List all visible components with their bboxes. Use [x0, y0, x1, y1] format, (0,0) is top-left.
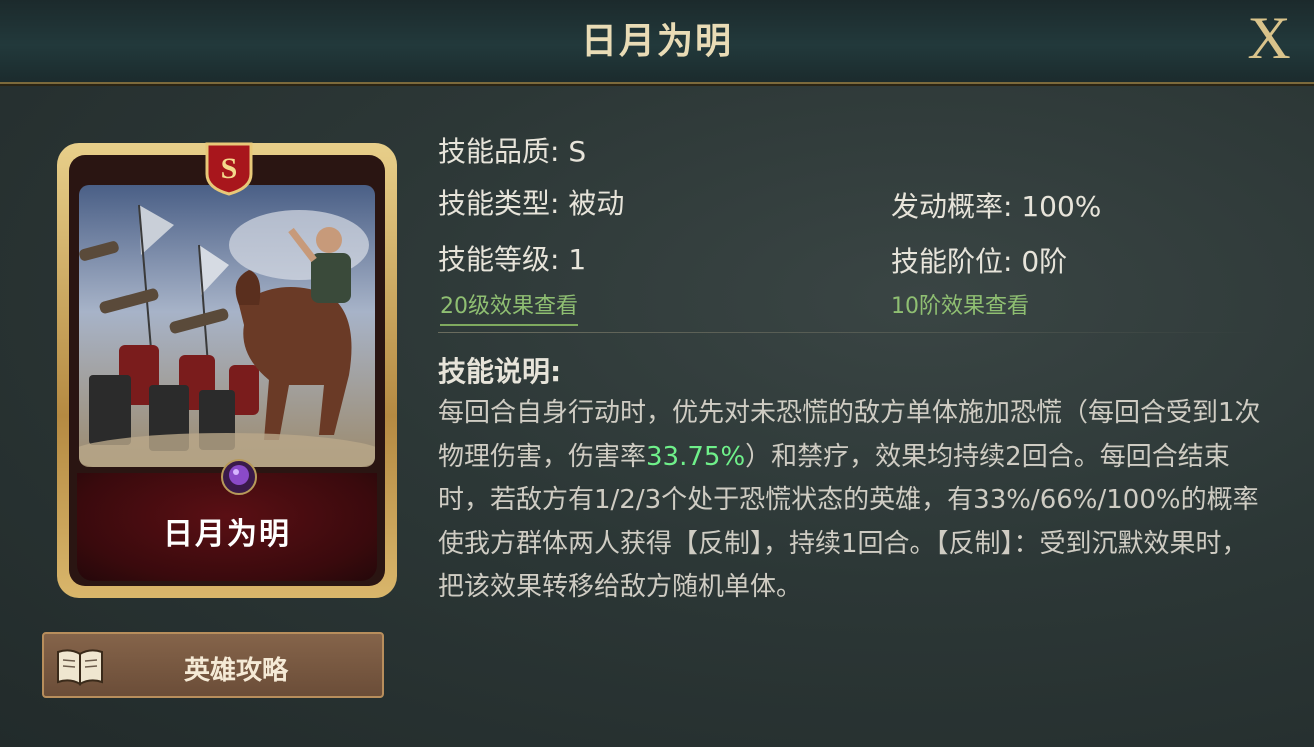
book-icon	[57, 649, 103, 686]
skill-card-inner: 日月为明	[69, 155, 385, 586]
skill-description: 每回合自身行动时，优先对未恐慌的敌方单体施加恐慌（每回合受到1次物理伤害，伤害率…	[438, 392, 1268, 610]
header-bar: 日月为明 X	[0, 0, 1314, 84]
card-skill-name: 日月为明	[163, 517, 291, 552]
hero-guide-label: 英雄攻略	[184, 656, 289, 686]
page-title: 日月为明	[580, 21, 733, 62]
skill-level: 技能等级: 1	[438, 243, 587, 276]
damage-rate-highlight: 33.75%	[646, 441, 746, 472]
skill-type: 技能类型: 被动	[438, 187, 625, 220]
trigger-rate: 发动概率: 100%	[891, 190, 1102, 223]
description-title: 技能说明:	[438, 355, 562, 388]
divider	[438, 332, 1258, 333]
skill-card: 日月为明 S	[57, 142, 397, 598]
skill-rank: 技能阶位: 0阶	[891, 245, 1068, 278]
level-20-effect-link[interactable]: 20级效果查看	[440, 288, 578, 326]
purple-gem-icon	[221, 459, 257, 495]
close-button[interactable]: X	[1240, 8, 1298, 70]
hero-guide-button[interactable]: 英雄攻略	[42, 632, 384, 698]
skill-art-illustration	[79, 185, 375, 467]
quality-badge-letter: S	[221, 152, 238, 185]
quality-s-badge-icon: S	[205, 142, 253, 196]
skill-quality: 技能品质: S	[438, 135, 587, 168]
rank-10-effect-link[interactable]: 10阶效果查看	[891, 288, 1029, 320]
